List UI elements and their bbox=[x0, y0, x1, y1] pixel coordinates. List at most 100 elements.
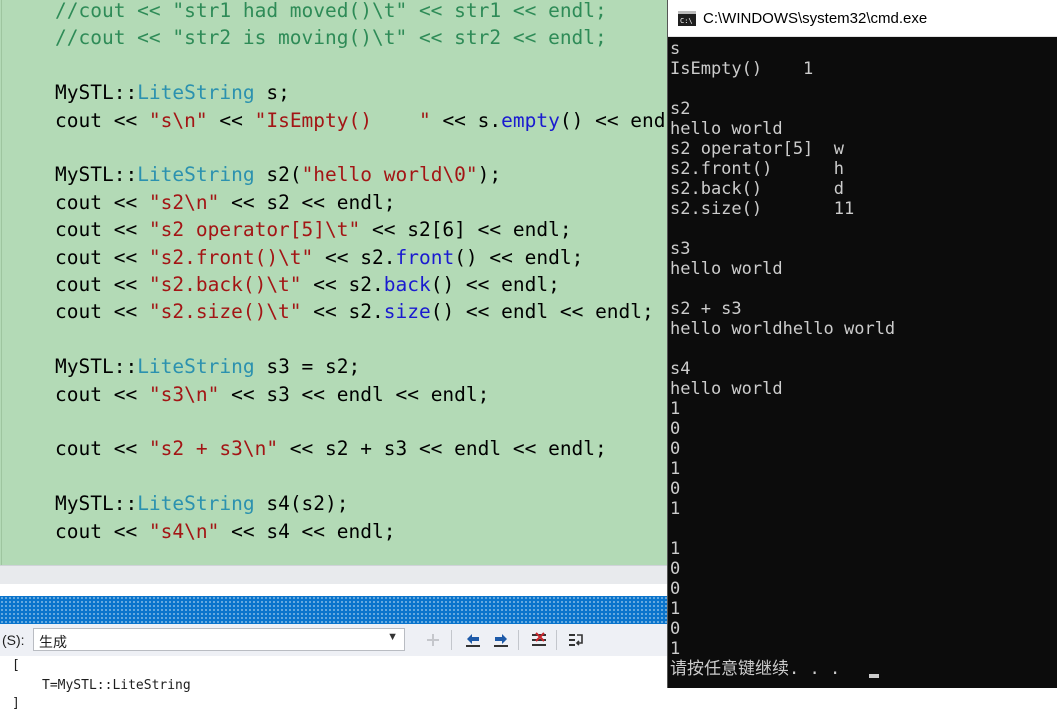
code-token: MySTL:: bbox=[55, 492, 138, 516]
toolbar-separator bbox=[518, 630, 519, 650]
code-token: cout << bbox=[55, 437, 149, 461]
cmd-output-line: hello world bbox=[670, 259, 783, 279]
editor-margin bbox=[1, 0, 2, 565]
cmd-output-line: IsEmpty() 1 bbox=[670, 59, 814, 79]
code-line: MySTL::LiteString s2("hello world\0"); bbox=[55, 161, 501, 188]
code-token: //cout << "str2 is moving()\t" << str2 <… bbox=[55, 26, 607, 50]
toggle-word-wrap-button[interactable] bbox=[565, 629, 587, 651]
code-line: cout << "s2.front()\t" << s2.front() << … bbox=[55, 244, 583, 271]
code-token: "IsEmpty() " bbox=[254, 108, 431, 132]
code-line: //cout << "str1 had moved()\t" << str1 <… bbox=[55, 0, 607, 24]
clear-all-button[interactable] bbox=[528, 629, 550, 651]
output-pane[interactable]: [ T=MySTL::LiteString ] bbox=[0, 656, 668, 711]
code-token: "s2 operator[5]\t" bbox=[148, 218, 361, 242]
code-token: //cout << "str1 had moved()\t" << str1 <… bbox=[55, 0, 607, 22]
cmd-output-line: s bbox=[670, 39, 681, 59]
go-to-next-message-button[interactable] bbox=[490, 629, 512, 651]
cmd-output-line: 1 bbox=[670, 639, 681, 659]
code-token: << s2 << endl; bbox=[219, 190, 396, 214]
code-line: //cout << "str2 is moving()\t" << str2 <… bbox=[55, 24, 607, 51]
code-editor[interactable]: //cout << "str1 had moved()\t" << str1 <… bbox=[0, 0, 668, 565]
code-token: << s2. bbox=[301, 300, 384, 324]
cmd-titlebar[interactable]: C:\ C:\WINDOWS\system32\cmd.exe bbox=[668, 0, 1057, 37]
find-message-button[interactable] bbox=[423, 629, 445, 651]
code-token: cout << bbox=[55, 300, 149, 324]
code-token: << s4 << endl; bbox=[219, 519, 396, 543]
code-line: cout << "s2.back()\t" << s2.back() << en… bbox=[55, 271, 560, 298]
word-wrap-icon bbox=[569, 634, 583, 646]
cmd-console[interactable]: s IsEmpty() 1 s2 hello world s2 operator[5] … bbox=[668, 37, 1057, 688]
code-token: s2( bbox=[254, 163, 302, 187]
cmd-output-line: 0 bbox=[670, 579, 681, 599]
cmd-output-line: s2.size() 11 bbox=[670, 199, 855, 219]
code-token: << s2 + s3 << endl << endl; bbox=[278, 437, 607, 461]
code-token: LiteString bbox=[137, 81, 255, 105]
cmd-output-line: s2.back() d bbox=[670, 179, 844, 199]
code-token: () << endl << endl; bbox=[430, 300, 654, 324]
output-line: T=MySTL::LiteString bbox=[42, 678, 191, 693]
code-token: LiteString bbox=[137, 492, 255, 516]
cmd-output-line: hello worldhello world bbox=[670, 319, 896, 339]
code-token: cout << bbox=[55, 190, 149, 214]
cmd-output-line: 0 bbox=[670, 419, 681, 439]
output-source-value: 生成 bbox=[39, 634, 67, 650]
toolbar-separator bbox=[451, 630, 452, 650]
code-line: MySTL::LiteString s3 = s2; bbox=[55, 353, 360, 380]
code-token: "s2.front()\t" bbox=[148, 245, 314, 269]
cmd-output-line: 1 bbox=[670, 499, 681, 519]
cmd-output-line: hello world bbox=[670, 379, 783, 399]
code-line: cout << "s4\n" << s4 << endl; bbox=[55, 518, 395, 545]
code-token: "s2\n" bbox=[148, 190, 220, 214]
code-token: s4(s2); bbox=[254, 492, 349, 516]
cmd-output-line: 1 bbox=[670, 599, 681, 619]
output-line: [ bbox=[12, 658, 20, 673]
text-cursor bbox=[869, 674, 879, 678]
toolbar-separator bbox=[556, 630, 557, 650]
code-token: "s2 + s3\n" bbox=[148, 437, 279, 461]
code-token: MySTL:: bbox=[55, 163, 138, 187]
svg-text:C:\: C:\ bbox=[680, 17, 693, 25]
code-token: << s2. bbox=[301, 273, 384, 296]
code-token: s3 = s2; bbox=[254, 355, 361, 379]
code-token: "s3\n" bbox=[148, 382, 220, 406]
code-token: ); bbox=[477, 163, 502, 187]
cmd-output-line: s2 + s3 bbox=[670, 299, 742, 319]
previous-message-icon bbox=[466, 634, 480, 647]
code-token: () << endl; bbox=[454, 245, 584, 269]
cmd-output-line: s2 operator[5] w bbox=[670, 139, 844, 159]
code-token: "s\n" bbox=[148, 108, 208, 132]
code-token: () << endl; bbox=[430, 273, 560, 296]
code-token: empty bbox=[501, 108, 560, 132]
code-token: cout << bbox=[55, 218, 149, 242]
code-token: back bbox=[383, 273, 431, 296]
code-token: << bbox=[207, 108, 255, 132]
code-token: MySTL:: bbox=[55, 81, 138, 105]
cmd-output-line: 0 bbox=[670, 439, 681, 459]
cmd-output-line: hello world bbox=[670, 119, 783, 139]
code-line: MySTL::LiteString s4(s2); bbox=[55, 490, 349, 517]
output-source-select[interactable]: 生成 ▼ bbox=[33, 628, 405, 651]
go-to-previous-message-button[interactable] bbox=[462, 629, 484, 651]
code-token: LiteString bbox=[137, 355, 255, 379]
code-line: MySTL::LiteString s; bbox=[55, 79, 290, 106]
cmd-output-line: 1 bbox=[670, 399, 681, 419]
cmd-icon: C:\ bbox=[678, 11, 696, 26]
cmd-output-line: 0 bbox=[670, 559, 681, 579]
cmd-output-line: s3 bbox=[670, 239, 691, 259]
code-line: cout << "s3\n" << s3 << endl << endl; bbox=[55, 381, 489, 408]
code-token: "hello world\0" bbox=[301, 163, 478, 187]
code-token: << s2[6] << endl; bbox=[360, 218, 572, 242]
cmd-output-line: s2 bbox=[670, 99, 691, 119]
code-line: cout << "s\n" << "IsEmpty() " << s.empty… bbox=[55, 107, 668, 134]
code-token: cout << bbox=[55, 382, 149, 406]
code-token: cout << bbox=[55, 519, 149, 543]
code-token: << s3 << endl << endl; bbox=[219, 382, 490, 406]
code-token: () << endl << endl; bbox=[559, 108, 668, 132]
output-panel-titlebar[interactable] bbox=[0, 596, 668, 624]
code-line: cout << "s2.size()\t" << s2.size() << en… bbox=[55, 298, 654, 325]
code-token: << s. bbox=[430, 108, 502, 132]
cmd-output-line: 0 bbox=[670, 619, 681, 639]
code-token: << s2. bbox=[313, 245, 396, 269]
horizontal-scrollbar[interactable] bbox=[0, 565, 668, 584]
cmd-window[interactable]: C:\ C:\WINDOWS\system32\cmd.exe s IsEmpty… bbox=[667, 0, 1057, 688]
